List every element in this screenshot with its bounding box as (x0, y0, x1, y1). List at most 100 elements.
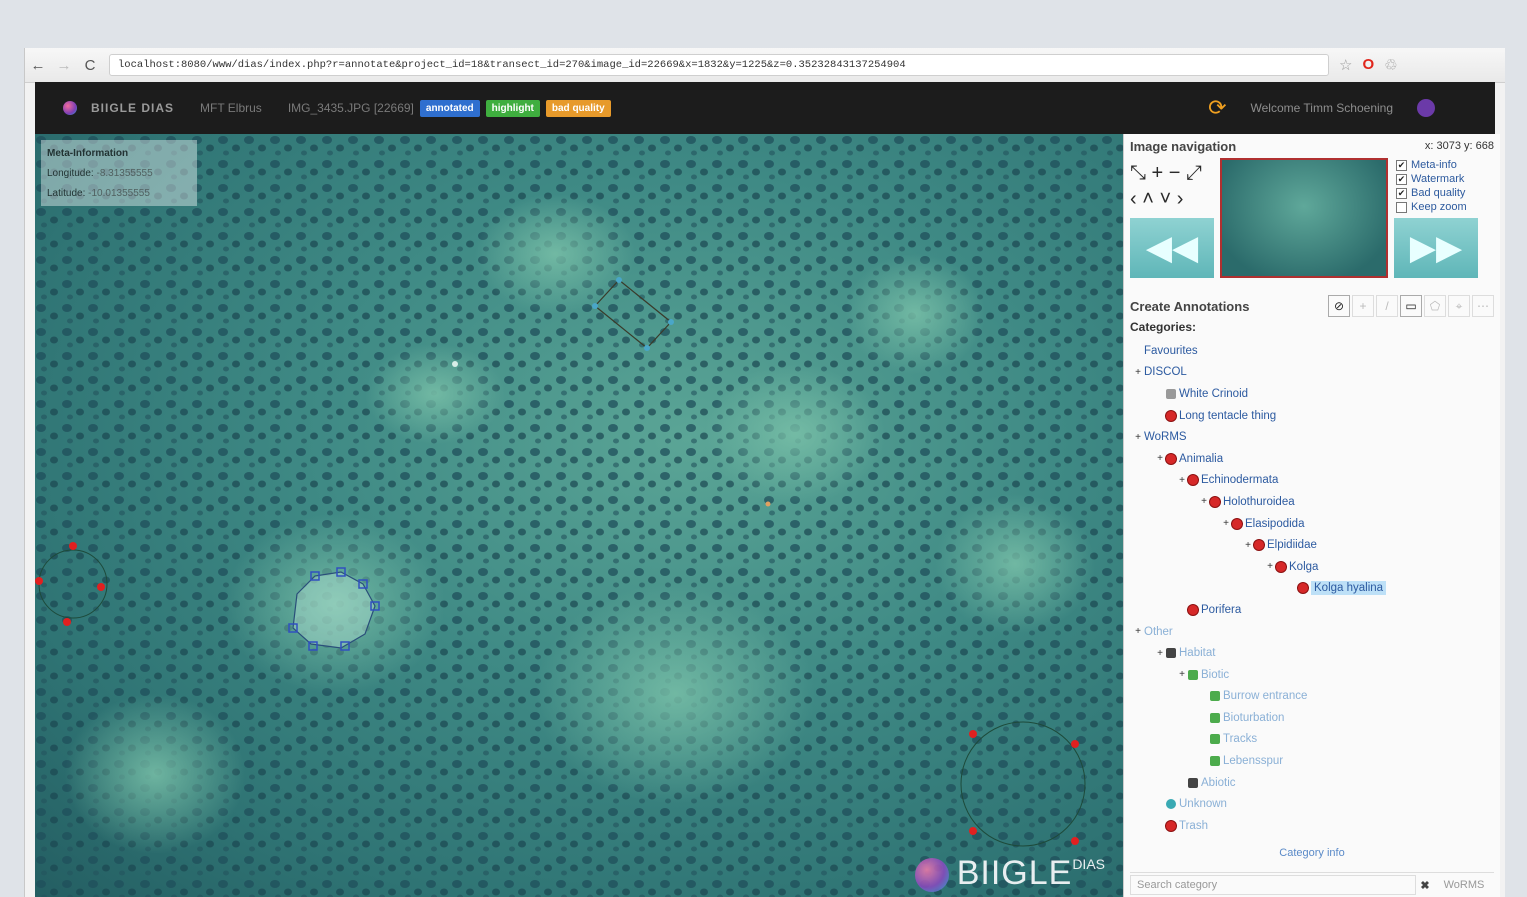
category-node[interactable]: + Other (1132, 621, 1500, 643)
option-keep-zoom[interactable]: Keep zoom (1396, 200, 1467, 214)
category-color-icon (1254, 540, 1264, 551)
forward-arrow-icon[interactable]: → (51, 57, 77, 74)
address-bar[interactable]: localhost:8080/www/dias/index.php?r=anno… (109, 54, 1329, 76)
checkbox[interactable] (1396, 201, 1407, 213)
category-node[interactable]: + Elpidiidae (1132, 534, 1500, 556)
expand-toggle-icon[interactable]: + (1264, 561, 1276, 572)
watermark-text: BIIGLE (956, 854, 1073, 892)
category-color-icon (1210, 756, 1220, 767)
category-label: Bioturbation (1223, 711, 1285, 724)
category-node[interactable]: + Kolga (1132, 556, 1500, 578)
category-node[interactable]: + DISCOL (1132, 362, 1500, 384)
expand-toggle-icon[interactable]: + (1242, 540, 1254, 551)
browser-extensions: ☆ O ♲ (1339, 56, 1398, 74)
category-color-icon (1210, 734, 1220, 745)
search-scope-select[interactable]: WoRMS (1434, 879, 1494, 891)
category-node[interactable]: Trash (1132, 815, 1500, 837)
category-node[interactable]: + Elasipodida (1132, 513, 1500, 535)
clear-search-icon[interactable]: ✖ (1416, 879, 1434, 892)
pan-controls[interactable]: ‹ ˄ ˅ › (1130, 186, 1222, 212)
category-label: Abiotic (1201, 776, 1236, 789)
next-image-button[interactable]: ▶▶ (1394, 218, 1478, 278)
category-node[interactable]: + Animalia (1132, 448, 1500, 470)
category-label: Favourites (1144, 344, 1198, 357)
category-node[interactable]: Tracks (1132, 729, 1500, 751)
category-node[interactable]: Burrow entrance (1132, 686, 1500, 708)
category-color-icon (1188, 475, 1198, 486)
category-label: DISCOL (1144, 366, 1187, 379)
category-node[interactable]: + Biotic (1132, 664, 1500, 686)
expand-toggle-icon[interactable]: + (1220, 518, 1232, 529)
checkbox[interactable]: ✔ (1396, 159, 1407, 171)
view-options: ✔ Meta-info ✔ Watermark ✔ Bad quality Keep … (1396, 158, 1467, 214)
expand-toggle-icon[interactable]: + (1154, 648, 1166, 659)
refresh-icon[interactable]: ⟳ (1208, 95, 1226, 121)
category-search: Search category ✖ WoRMS (1130, 872, 1494, 897)
meta-longitude: Longitude: -8.31355555 (47, 164, 191, 184)
category-node[interactable]: Unknown (1132, 793, 1500, 815)
reload-icon[interactable]: C (77, 57, 103, 74)
circle-tool-icon[interactable]: ⌖ (1448, 295, 1470, 317)
expand-toggle-icon[interactable]: + (1132, 432, 1144, 443)
image-navigation-title: Image navigation (1130, 138, 1237, 154)
line-tool-icon[interactable]: / (1376, 295, 1398, 317)
category-node[interactable]: Kolga hyalina (1132, 578, 1500, 600)
no-tool-icon[interactable]: ⊘ (1328, 295, 1350, 317)
badge-annotated: annotated (419, 99, 480, 117)
search-placeholder: Search category (1137, 879, 1218, 891)
option-meta-info[interactable]: ✔ Meta-info (1396, 158, 1467, 172)
annotation-point[interactable] (452, 361, 458, 367)
bookmark-star-icon[interactable]: ☆ (1339, 56, 1352, 74)
extension-icon[interactable]: ♲ (1384, 56, 1397, 74)
polygon-tool-icon[interactable]: ⬠ (1424, 295, 1446, 317)
expand-toggle-icon[interactable]: + (1176, 475, 1188, 486)
category-node[interactable]: + WoRMS (1132, 426, 1500, 448)
expand-toggle-icon[interactable]: + (1198, 496, 1210, 507)
category-label: Long tentacle thing (1179, 409, 1277, 422)
app-name[interactable]: BIIGLE DIAS (91, 101, 174, 115)
meta-info-overlay: Meta-Information Longitude: -8.31355555 … (41, 140, 197, 206)
url-text: localhost:8080/www/dias/index.php?r=anno… (118, 59, 906, 71)
category-color-icon (1210, 712, 1220, 723)
option-bad-quality[interactable]: ✔ Bad quality (1396, 186, 1467, 200)
zoom-controls[interactable]: ⤡ + − ⤢ (1130, 160, 1222, 186)
category-info-link[interactable]: Category info (1124, 847, 1500, 859)
user-avatar-icon[interactable] (1417, 99, 1435, 117)
category-node[interactable]: Long tentacle thing (1132, 405, 1500, 427)
category-node[interactable]: White Crinoid (1132, 383, 1500, 405)
more-tools-icon[interactable]: ⋯ (1472, 295, 1494, 317)
category-label: Kolga hyalina (1311, 581, 1387, 596)
category-node[interactable]: + Habitat (1132, 642, 1500, 664)
category-node[interactable]: Porifera (1132, 599, 1500, 621)
checkbox[interactable]: ✔ (1396, 173, 1407, 185)
category-node[interactable]: Abiotic (1132, 772, 1500, 794)
option-watermark[interactable]: ✔ Watermark (1396, 172, 1467, 186)
expand-toggle-icon[interactable]: + (1154, 453, 1166, 464)
watermark-superscript: DIAS (1072, 856, 1105, 872)
image-minimap[interactable] (1220, 158, 1388, 278)
previous-image-button[interactable]: ◀◀ (1130, 218, 1214, 278)
rectangle-tool-icon[interactable]: ▭ (1400, 295, 1422, 317)
back-arrow-icon[interactable]: ← (25, 57, 51, 74)
category-label: Lebensspur (1223, 755, 1284, 768)
biigle-logo-icon[interactable] (63, 101, 77, 115)
annotation-point[interactable] (765, 501, 771, 507)
category-node[interactable]: + Holothuroidea (1132, 491, 1500, 513)
expand-toggle-icon[interactable]: + (1176, 669, 1188, 680)
longitude-label: Longitude: (47, 168, 94, 179)
annotation-tools: ⊘ + / ▭ ⬠ ⌖ ⋯ (1328, 295, 1494, 317)
cursor-coordinates: x: 3073 y: 668 (1424, 140, 1494, 152)
point-tool-icon[interactable]: + (1352, 295, 1374, 317)
create-annotations-header: Create Annotations ⊘ + / ▭ ⬠ ⌖ ⋯ (1124, 294, 1500, 318)
category-node[interactable]: Bioturbation (1132, 707, 1500, 729)
breadcrumb-project[interactable]: MFT Elbrus (200, 101, 262, 115)
opera-icon[interactable]: O (1362, 56, 1374, 74)
image-viewer[interactable]: Meta-Information Longitude: -8.31355555 … (35, 134, 1123, 897)
category-node[interactable]: Lebensspur (1132, 750, 1500, 772)
expand-toggle-icon[interactable]: + (1132, 626, 1144, 637)
expand-toggle-icon[interactable]: + (1132, 367, 1144, 378)
checkbox[interactable]: ✔ (1396, 187, 1407, 199)
category-node[interactable]: + Echinodermata (1132, 470, 1500, 492)
category-node[interactable]: Favourites (1132, 340, 1500, 362)
category-search-input[interactable]: Search category (1130, 875, 1416, 895)
